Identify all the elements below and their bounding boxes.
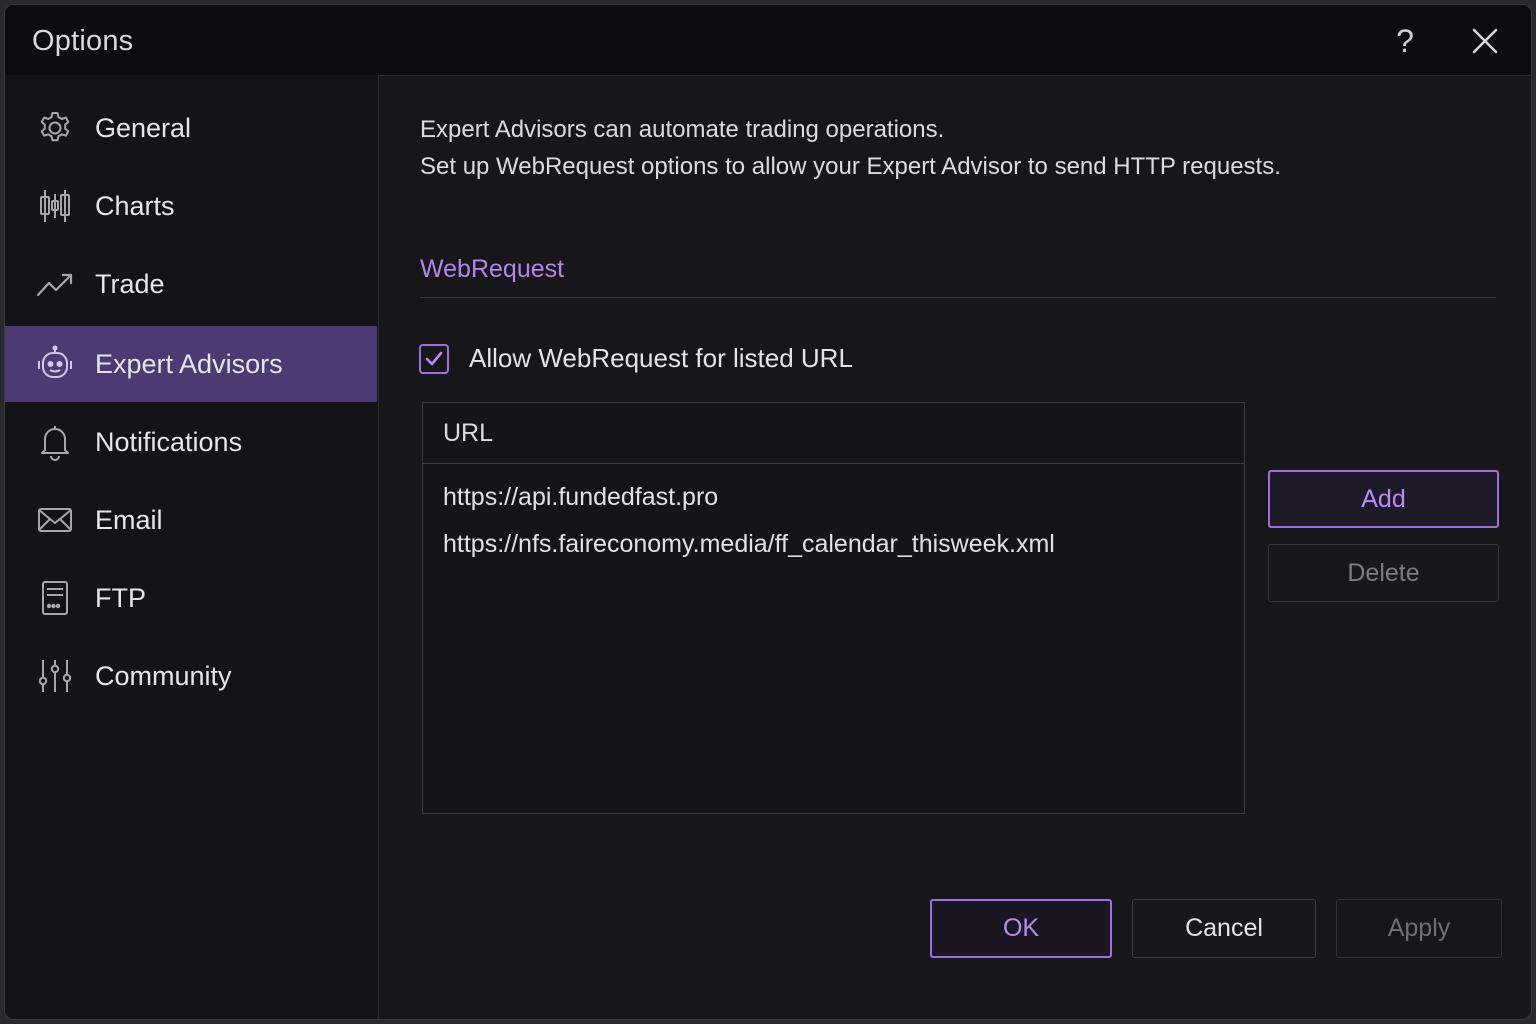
sidebar-item-charts[interactable]: Charts <box>5 168 377 244</box>
sidebar-item-label: Notifications <box>95 426 243 457</box>
server-icon <box>35 578 75 618</box>
sidebar-item-label: FTP <box>95 582 146 613</box>
question-mark-icon: ? <box>1396 23 1414 59</box>
help-button[interactable]: ? <box>1383 19 1427 63</box>
ok-button[interactable]: OK <box>930 899 1112 958</box>
bell-icon <box>35 422 75 462</box>
intro-line: Expert Advisors can automate trading ope… <box>420 116 945 143</box>
window-title: Options <box>32 25 134 57</box>
sidebar-item-label: Community <box>95 660 232 691</box>
close-button[interactable] <box>1463 19 1507 63</box>
sidebar-item-general[interactable]: General <box>5 90 377 166</box>
sidebar-item-email[interactable]: Email <box>5 482 377 558</box>
sidebar-item-label: Trade <box>95 268 165 299</box>
intro-text: Expert Advisors can automate trading ope… <box>420 111 1281 185</box>
divider <box>420 297 1496 298</box>
checkbox-label: Allow WebRequest for listed URL <box>469 343 853 373</box>
sidebar-item-community[interactable]: Community <box>5 638 377 714</box>
url-rows: https://api.fundedfast.pro https://nfs.f… <box>423 464 1244 568</box>
cancel-button[interactable]: Cancel <box>1132 899 1316 958</box>
column-header-url: URL <box>423 403 1244 464</box>
sidebar-item-expert-advisors[interactable]: Expert Advisors <box>5 326 377 402</box>
envelope-icon <box>35 500 75 540</box>
sidebar-item-ftp[interactable]: FTP <box>5 560 377 636</box>
sidebar-item-trade[interactable]: Trade <box>5 246 377 322</box>
sidebar-item-label: Charts <box>95 190 175 221</box>
apply-button[interactable]: Apply <box>1336 899 1502 958</box>
checkbox-box[interactable] <box>419 343 449 374</box>
url-list: URL https://api.fundedfast.pro https://n… <box>422 402 1245 814</box>
delete-button[interactable]: Delete <box>1268 544 1499 602</box>
sidebar: General Charts Trade Expert Advisors Not… <box>5 75 379 1019</box>
sidebar-item-notifications[interactable]: Notifications <box>5 404 377 480</box>
robot-icon <box>35 344 75 384</box>
sidebar-item-label: Email <box>95 504 163 535</box>
candlestick-icon <box>35 186 75 226</box>
options-dialog: Options ? General Charts Trade Expert Ad… <box>4 4 1532 1020</box>
sliders-icon <box>35 656 75 696</box>
sidebar-item-label: General <box>95 112 192 143</box>
allow-webrequest-checkbox[interactable]: Allow WebRequest for listed URL <box>419 343 853 374</box>
checkmark-icon <box>425 351 443 365</box>
table-row[interactable]: https://nfs.faireconomy.media/ff_calenda… <box>423 521 1244 568</box>
gear-icon <box>35 108 75 148</box>
title-bar: Options ? <box>5 5 1531 76</box>
table-row[interactable]: https://api.fundedfast.pro <box>423 474 1244 521</box>
section-title: WebRequest <box>420 255 565 283</box>
main-panel: Expert Advisors can automate trading ope… <box>379 75 1531 1019</box>
trend-line-icon <box>35 264 75 304</box>
sidebar-item-label: Expert Advisors <box>95 348 283 379</box>
add-button[interactable]: Add <box>1268 470 1499 528</box>
intro-line: Set up WebRequest options to allow your … <box>420 153 1281 180</box>
close-icon <box>1472 28 1498 54</box>
